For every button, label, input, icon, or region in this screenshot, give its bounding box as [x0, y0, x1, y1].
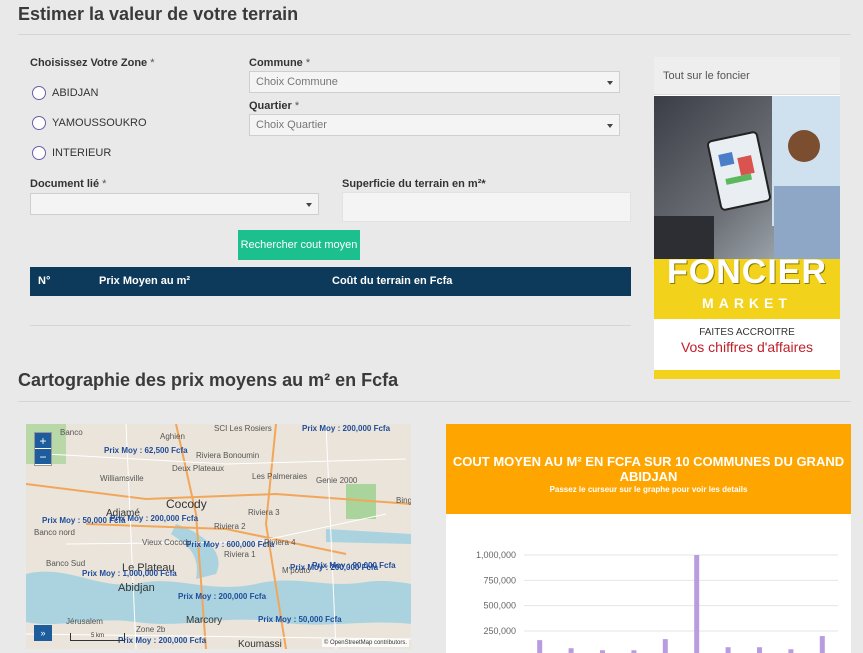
chart-bar[interactable]	[694, 555, 700, 653]
price-marker[interactable]: Prix Moy : 200,000 Fcfa	[118, 636, 206, 645]
col-prix-moyen: Prix Moyen au m²	[99, 275, 191, 287]
radio-circle[interactable]	[32, 86, 46, 100]
price-marker[interactable]: Prix Moy : 600,000 Fcfa	[186, 540, 274, 549]
document-select[interactable]	[30, 193, 319, 215]
chart-plot[interactable]: 250,000 500,000 750,000 1,000,000	[446, 514, 851, 653]
price-marker[interactable]: Prix Moy : 200,000 Fcfa	[178, 592, 266, 601]
zone-radio-yamoussoukro[interactable]: YAMOUSSOUKRO	[32, 116, 147, 130]
layers-toggle-button[interactable]: »	[34, 625, 52, 641]
ad-tagline: FAITES ACCROITRE Vos chiffres d'affaires	[654, 319, 840, 370]
price-marker[interactable]: Prix Moy : 62,500 Fcfa	[104, 446, 188, 455]
superficie-label: Superficie du terrain en m²*	[342, 178, 486, 190]
price-chart[interactable]: COUT MOYEN AU M² EN FCFA SUR 10 COMMUNES…	[446, 424, 851, 653]
price-marker[interactable]: Prix Moy : 50,000 Fcfa	[258, 615, 342, 624]
map-place: Genie 2000	[316, 476, 358, 485]
price-marker[interactable]: Prix Moy : 50,000 Fcfa	[42, 516, 126, 525]
chart-subtitle: Passez le curseur sur le graphe pour voi…	[549, 485, 748, 494]
map-section-title: Cartographie des prix moyens au m² en Fc…	[18, 370, 399, 390]
map-place: Jérusalem	[66, 617, 103, 626]
y-tick-label: 750,000	[483, 575, 516, 585]
price-marker[interactable]: Prix Moy : 200,000 Fcfa	[302, 424, 390, 433]
chart-title: COUT MOYEN AU M² EN FCFA SUR 10 COMMUNES…	[452, 454, 845, 484]
map-place: Williamsville	[100, 474, 144, 483]
map-place: SCI Les Rosiers	[214, 424, 272, 433]
col-cout-terrain: Coût du terrain en Fcfa	[332, 275, 453, 287]
map-place: Marcory	[186, 615, 223, 626]
map-place: Riviera 2	[214, 522, 246, 531]
chart-bar[interactable]	[788, 649, 794, 653]
map-place: Koumassi	[238, 639, 282, 649]
radio-circle[interactable]	[32, 146, 46, 160]
chevron-down-icon	[306, 203, 312, 207]
map-place: Banco	[60, 428, 83, 437]
search-button[interactable]: Rechercher cout moyen	[238, 230, 360, 260]
superficie-input[interactable]	[342, 192, 631, 222]
map-place: Banco nord	[34, 528, 75, 537]
map-place: Banco Sud	[46, 559, 86, 568]
map-place: Aghien	[160, 432, 185, 441]
quartier-label: Quartier *	[249, 100, 300, 112]
chart-bar[interactable]	[568, 648, 574, 653]
map-scale: 5 km	[70, 633, 125, 641]
commune-label: Commune *	[249, 57, 311, 69]
col-number: N°	[38, 275, 51, 287]
ad-line-1: FAITES ACCROITRE	[699, 327, 795, 338]
y-tick-label: 250,000	[483, 626, 516, 636]
map-place: Les Palmeraies	[252, 472, 308, 481]
radio-circle[interactable]	[32, 116, 46, 130]
page-title: Estimer la valeur de votre terrain	[18, 4, 299, 24]
map-place: Zone 2b	[136, 625, 166, 634]
map-section-divider	[18, 401, 851, 402]
map-place: Riviera 3	[248, 508, 280, 517]
chart-header: COUT MOYEN AU M² EN FCFA SUR 10 COMMUNES…	[446, 424, 851, 514]
chart-bar[interactable]	[725, 647, 731, 653]
map-place: Riviera Bonoumin	[196, 451, 260, 460]
price-map[interactable]: + − Banco Aghien SCI Les Rosiers Riviera…	[26, 424, 411, 649]
tablet-illustration	[654, 96, 840, 259]
zoom-in-button[interactable]: +	[35, 433, 51, 449]
sidebar-ad[interactable]: Tout sur le foncier FONCIER MARKET FAITE…	[654, 57, 840, 379]
chart-bar[interactable]	[819, 636, 825, 653]
form-divider	[30, 325, 631, 326]
chart-bar[interactable]	[662, 639, 668, 653]
chevron-down-icon	[607, 81, 613, 85]
map-place: Vieux Cocody	[142, 538, 192, 547]
y-tick-label: 1,000,000	[476, 550, 516, 560]
y-tick-label: 500,000	[483, 601, 516, 611]
map-place: Riviera 1	[224, 550, 256, 559]
chevron-down-icon	[607, 124, 613, 128]
zoom-out-button[interactable]: −	[35, 449, 51, 465]
ad-photo	[654, 96, 840, 259]
zoom-control[interactable]: + −	[34, 432, 52, 466]
ad-subtitle: MARKET	[702, 295, 792, 311]
document-label: Document lié *	[30, 178, 107, 190]
results-table-header: N° Prix Moyen au m² Coût du terrain en F…	[30, 267, 631, 296]
map-place: Deux Plateaux	[172, 464, 225, 473]
quartier-select[interactable]: Choix Quartier	[249, 114, 620, 136]
ad-title: FONCIER	[667, 253, 827, 291]
zone-radio-interieur[interactable]: INTERIEUR	[32, 146, 111, 160]
map-place: Cocody	[166, 497, 207, 511]
map-attribution[interactable]: © OpenStreetMap contributors.	[321, 639, 409, 647]
map-place: Bing	[396, 496, 411, 505]
zone-label: Choisissez Votre Zone *	[30, 57, 155, 69]
chart-bar[interactable]	[757, 647, 762, 653]
price-marker[interactable]: Prix Moy : 1,000,000 Fcfa	[82, 569, 177, 578]
chart-bar[interactable]	[537, 640, 543, 653]
price-marker[interactable]: Prix Moy : 200,000 Fcfa	[290, 563, 378, 572]
ad-line-2: Vos chiffres d'affaires	[680, 339, 814, 355]
map-place: Abidjan	[118, 582, 155, 594]
sidebar-header: Tout sur le foncier	[654, 57, 840, 95]
title-divider	[18, 34, 851, 35]
commune-select[interactable]: Choix Commune	[249, 71, 620, 93]
zone-radio-abidjan[interactable]: ABIDJAN	[32, 86, 98, 100]
